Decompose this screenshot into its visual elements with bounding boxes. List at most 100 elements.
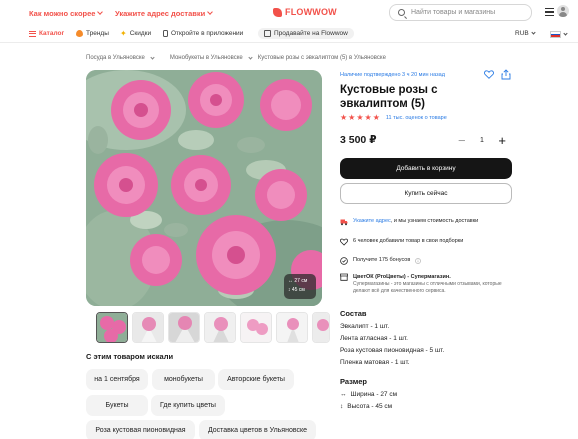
search-chip[interactable]: Доставка цветов в Ульяновске [199,420,316,439]
composition-title: Состав [340,309,367,318]
nav-discounts[interactable]: ✦ Скидки [120,29,152,38]
increase-button[interactable]: + [498,134,506,147]
star-icon: ★ [348,113,356,122]
search-chip[interactable]: Роза кустовая пионовидная [86,420,195,439]
breadcrumb-item[interactable]: Посуда в Ульяновске [86,55,145,61]
logo-icon [273,7,282,17]
size-height-label: Высота - 45 см [347,403,393,410]
nav-bar: Каталог Тренды ✦ Скидки Откройте в прило… [0,27,578,43]
size-width: ↔ Ширина - 27 см [340,391,397,398]
phone-icon [163,30,168,37]
composition-item: Эвкалипт - 1 шт. [340,323,390,330]
composition-item: Лента атласная - 1 шт. [340,335,408,342]
nav-open-app[interactable]: Откройте в приложении [163,30,243,37]
logo-text: FLOWWOW [285,7,337,17]
chevron-right-icon [248,54,253,60]
selection-info: 6 человек добавили товар в свои подборки [340,238,463,246]
search-placeholder: Найти товары и магазины [411,9,496,16]
product-photo[interactable] [86,70,322,306]
delivery-time-label: Как можно скорее [29,9,96,18]
fire-icon [76,30,83,37]
size-height: ↕ Высота - 45 см [340,403,392,410]
search-chip[interactable]: Авторские букеты [218,369,294,390]
delivery-address-selector[interactable]: Укажите адрес доставки [115,9,214,18]
thumbnail[interactable] [132,312,164,343]
quantity-stepper: − 1 + [452,129,512,151]
sparkle-icon: ✦ [120,29,127,38]
nav-catalog[interactable]: Каталог [29,30,64,37]
search-chip[interactable]: Где купить цветы [151,395,225,416]
bonus-info: Получите 175 бонусов [340,257,422,265]
star-icon: ★ [356,113,364,122]
currency-label: RUB [515,30,529,37]
chevron-right-icon [150,54,155,60]
language-selector[interactable] [550,30,568,38]
search-chip[interactable]: на 1 сентября [86,369,148,390]
share-icon[interactable] [501,69,511,80]
buy-now-button[interactable]: Купить сейчас [340,183,512,204]
delivery-info-text: , и мы узнаем стоимость доставки [390,218,479,224]
product-rating[interactable]: ★ ★ ★ ★ ★ 11 тыс. оценок о товаре [340,114,447,122]
menu-icon[interactable] [545,8,554,16]
size-overlay: ↔ 27 см ↕ 45 см [284,274,316,299]
product-title: Кустовые розы с эвкалиптом (5) [340,84,438,110]
composition-item: Пленка матовая - 1 шт. [340,359,410,366]
nav-sell[interactable]: Продавайте на Flowwow [258,28,354,39]
heart-icon[interactable] [484,70,494,79]
delivery-address-label: Укажите адрес доставки [115,9,206,18]
delivery-address-link[interactable]: Укажите адрес [353,218,391,224]
top-bar: Как можно скорее Укажите адрес доставки … [0,0,578,26]
rating-count-link[interactable]: 11 тыс. оценок о товаре [386,115,447,121]
currency-selector[interactable]: RUB [515,29,536,37]
thumbnail[interactable] [240,312,272,343]
search-chip[interactable]: монобукеты [152,369,215,390]
size-title: Размер [340,377,368,386]
nav-catalog-label: Каталог [39,30,65,37]
searched-title: С этим товаром искали [86,352,174,361]
breadcrumb-item[interactable]: Монобукеты в Ульяновске [170,55,243,61]
store-icon [340,273,348,281]
selection-info-text: 6 человек добавили товар в свои подборки [353,238,464,244]
shop-info[interactable]: ЦветОК (ProЦветы) - Супермагазин. Суперм… [340,273,510,295]
delivery-time-selector[interactable]: Как можно скорее [29,9,104,18]
composition-item: Роза кустовая пионовидная - 5 шт. [340,347,445,354]
height-arrow-icon: ↕ [340,403,344,410]
shop-name[interactable]: ЦветОК (ProЦветы) - Супермагазин. [353,273,510,281]
availability-text: Наличие подтверждено 3 ч 20 мин назад [340,72,445,78]
decrease-button[interactable]: − [458,134,466,147]
search-chip[interactable]: Букеты [86,395,148,416]
heart-outline-icon [340,238,348,246]
thumbnail[interactable] [276,312,308,343]
nav-discounts-label: Скидки [129,30,152,37]
thumbnail[interactable] [312,312,330,343]
overlay-width: ↔ 27 см [288,278,308,284]
chevron-down-icon [97,9,104,15]
width-arrow-icon: ↔ [340,391,347,398]
chevron-down-icon [531,29,536,35]
search-icon [398,9,405,16]
delivery-info: Укажите адрес, и мы узнаем стоимость дос… [340,218,478,226]
user-avatar-icon[interactable] [557,5,569,17]
thumbnail[interactable] [96,312,128,343]
breadcrumb-item[interactable]: Кустовые розы с эвкалиптом (5) в Ульянов… [258,55,386,61]
nav-trends[interactable]: Тренды [76,30,109,37]
thumbnail[interactable] [168,312,200,343]
nav-sell-label: Продавайте на Flowwow [274,30,348,37]
flowwow-logo[interactable]: FLOWWOW [273,7,337,17]
star-icon: ★ [372,113,380,122]
bouquet-image [86,70,322,306]
size-width-label: Ширина - 27 см [350,391,398,398]
info-icon[interactable] [415,258,422,264]
russia-flag-icon [550,31,561,38]
breadcrumb: Посуда в Ульяновске Монобукеты в Ульянов… [86,54,386,61]
nav-trends-label: Тренды [86,30,109,37]
shop-icon [264,30,271,37]
star-icon: ★ [340,113,348,122]
thumbnail[interactable] [204,312,236,343]
thumbnail-strip [96,312,330,343]
search-input[interactable]: Найти товары и магазины [389,4,532,21]
catalog-icon [29,30,36,37]
shop-description: Супермагазины - это магазины с отличными… [353,281,502,294]
quantity-value: 1 [480,136,484,144]
add-to-cart-button[interactable]: Добавить в корзину [340,158,512,179]
